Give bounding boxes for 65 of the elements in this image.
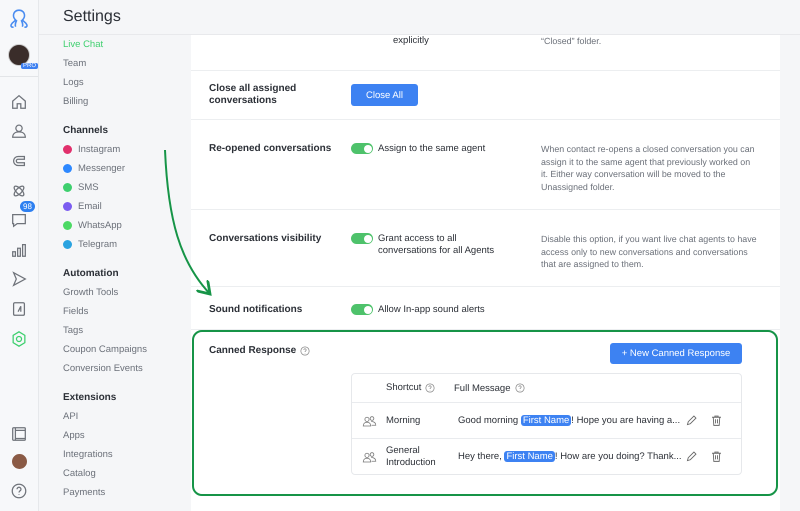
sidebar-item[interactable]: Conversion Events (63, 359, 191, 378)
toggle-label: Allow In-app sound alerts (378, 304, 485, 316)
chat-icon[interactable] (10, 211, 28, 230)
sidebar-item[interactable]: Tags (63, 321, 191, 340)
sidebar-item[interactable]: Billing (63, 92, 191, 111)
toggle-label: Grant access to all conversations for all Agents (378, 233, 496, 257)
sidebar-item[interactable]: Growth Tools (63, 283, 191, 302)
pencil-icon[interactable] (685, 450, 698, 463)
toggle-switch[interactable] (351, 304, 373, 315)
sidebar-item[interactable]: Payments (63, 483, 191, 502)
shortcut-text: Morning (386, 414, 420, 426)
setting-label: Sound notifications (209, 304, 302, 315)
option-text: explicitly (393, 35, 429, 47)
help-icon[interactable] (10, 482, 28, 500)
sidebar-item[interactable]: Logs (63, 73, 191, 92)
help-icon[interactable] (514, 383, 524, 393)
setting-label: Close all assigned conversations (209, 83, 296, 106)
toggle-label: Assign to the same agent (378, 143, 486, 155)
message-text: Good morning First Name ! Hope you are having a... (458, 415, 680, 426)
sidebar-item[interactable]: WhatsApp (63, 216, 191, 235)
trash-icon[interactable] (710, 450, 723, 463)
unread-badge: 98 (20, 201, 35, 212)
sidebar-item[interactable]: Integrations (63, 445, 191, 464)
setting-label: Re-opened conversations (209, 143, 332, 154)
section-heading: Automation (63, 267, 120, 281)
sidebar-item[interactable]: Apps (63, 426, 191, 445)
sidebar-item[interactable]: SMS (63, 178, 191, 197)
column-header: Shortcut (386, 382, 422, 394)
setting-description: Disable this option, if you want live chat agents to have access only to new conversations and conversations that are assigned to them. (541, 234, 757, 269)
sidebar-item[interactable]: Catalog (63, 464, 191, 483)
column-header: Full Message (454, 382, 510, 394)
book-icon[interactable] (10, 300, 28, 318)
profile-photo[interactable] (12, 454, 26, 469)
sidebar-item[interactable]: Fields (63, 302, 191, 321)
help-icon[interactable] (300, 346, 310, 356)
page-title: Settings (63, 8, 121, 26)
trash-icon[interactable] (710, 414, 723, 427)
sidebar-item[interactable]: Instagram (63, 140, 191, 159)
octopus-logo-icon[interactable] (8, 8, 30, 30)
close-all-button[interactable]: Close All (351, 84, 418, 106)
shortcut-text: General Introduction (386, 444, 437, 468)
send-icon[interactable] (10, 270, 28, 288)
sidebar-item[interactable]: Team (63, 54, 191, 73)
section-heading: Extensions (63, 391, 118, 405)
section-heading: Channels (63, 124, 110, 138)
help-icon[interactable] (425, 383, 436, 393)
setting-description: When contact re-opens a closed conversation you can assign it to the same agent that previously worked on it. Either way conversation will be moved to the Unassigned folder. (541, 144, 755, 192)
setting-label: Canned Response (209, 345, 296, 356)
home-icon[interactable] (10, 92, 28, 111)
setting-label: Conversations visibility (209, 233, 322, 244)
panel-icon[interactable] (10, 425, 28, 443)
sidebar-item[interactable]: Email (63, 197, 191, 216)
toggle-switch[interactable] (351, 233, 373, 244)
sidebar-item[interactable]: Telegram (63, 235, 191, 254)
users-icon (362, 414, 376, 426)
sidebar-item[interactable]: API (63, 407, 191, 426)
sidebar-item[interactable]: Messenger (63, 159, 191, 178)
user-icon[interactable] (10, 122, 28, 140)
message-text: Hey there, First Name ! How are you doing? Thank... (458, 451, 682, 462)
sidebar-item[interactable]: Coupon Campaigns (63, 340, 191, 359)
users-icon (362, 450, 376, 462)
toggle-switch[interactable] (351, 143, 373, 154)
pencil-icon[interactable] (685, 414, 698, 427)
setting-description: “Closed” folder. (541, 36, 602, 46)
new-canned-response-button[interactable]: + New Canned Response (610, 343, 742, 364)
